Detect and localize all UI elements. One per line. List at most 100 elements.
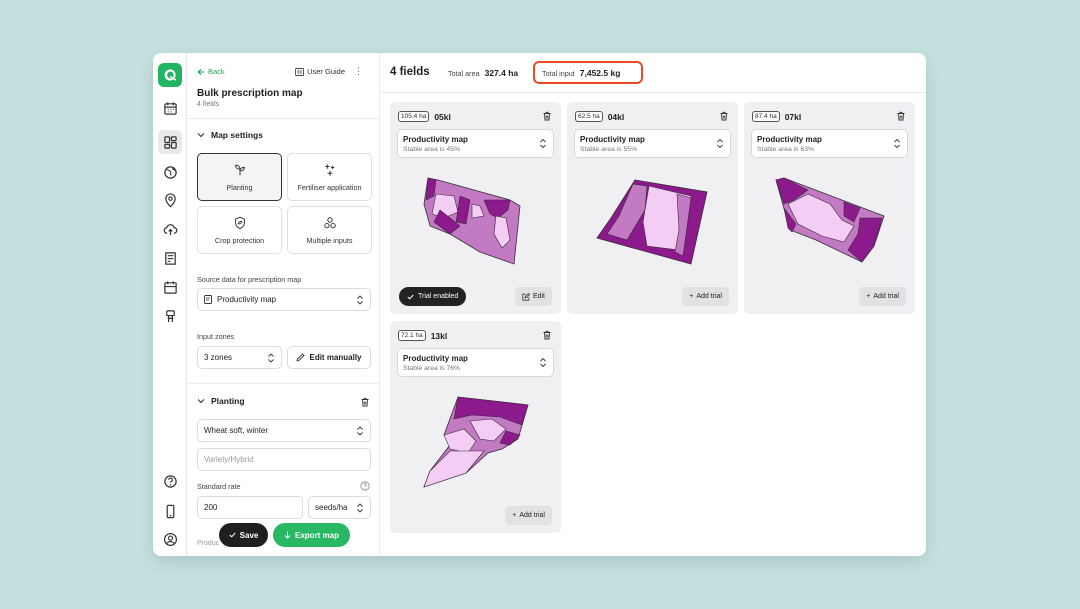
source-data-select[interactable]: Productivity map Stable area is 76%: [397, 348, 554, 377]
main-content: 4 fields Total area 327.4 ha Total input 7…: [380, 53, 926, 556]
total-input-value: 7,452.5 kg: [579, 68, 621, 78]
check-icon: [229, 532, 236, 538]
page-title: Bulk prescription map: [197, 88, 303, 99]
zones-value: 3 zones: [204, 353, 233, 362]
source-title: Productivity map: [403, 354, 468, 363]
help-circle-icon[interactable]: [360, 481, 370, 491]
source-stable-area: Stable area is 63%: [757, 146, 815, 153]
area-badge: 62.5 ha: [575, 111, 603, 122]
mobile-icon[interactable]: [160, 501, 180, 521]
fields-count: 4 fields: [390, 66, 430, 78]
source-stable-area: Stable area is 55%: [580, 146, 638, 153]
source-select[interactable]: Productivity map: [197, 288, 371, 311]
variety-placeholder: Variety/Hybrid: [204, 455, 254, 464]
zones-select[interactable]: 3 zones: [197, 346, 282, 369]
export-map-button[interactable]: Export map: [273, 523, 350, 547]
edit-manually-label: Edit manually: [309, 353, 362, 362]
logo-icon: [164, 69, 177, 81]
source-stable-area: Stable area is 45%: [403, 146, 461, 153]
trash-icon[interactable]: [896, 111, 906, 121]
type-tile-label: Fertiliser application: [297, 182, 362, 192]
arrow-left-icon: [197, 68, 204, 75]
trial-enabled-toggle[interactable]: Trial enabled: [399, 287, 467, 306]
variety-input[interactable]: Variety/Hybrid: [197, 448, 371, 471]
plus-icon: +: [866, 293, 871, 300]
machinery-icon[interactable]: [160, 306, 180, 326]
app-window: Back User Guide ⋮ Bulk prescription map …: [153, 53, 926, 556]
total-input-stat: Total input 7,452.5 kg: [542, 68, 620, 78]
add-trial-button[interactable]: + Add trial: [859, 287, 906, 306]
source-title: Productivity map: [403, 135, 468, 144]
more-options-icon[interactable]: ⋮: [354, 66, 363, 77]
source-title: Productivity map: [580, 135, 645, 144]
rate-input[interactable]: 200: [197, 496, 303, 519]
rate-unit: seeds/ha: [315, 503, 348, 512]
chevron-updown-icon: [357, 295, 363, 305]
schedule-icon[interactable]: [160, 277, 180, 297]
type-tile-fertiliser[interactable]: Fertiliser application: [287, 153, 372, 201]
source-title: Productivity map: [757, 135, 822, 144]
chevron-updown-icon: [540, 357, 546, 368]
source-label: Source data for prescription map: [197, 275, 302, 284]
field-name: 13kl: [430, 330, 448, 341]
chevron-updown-icon: [540, 138, 546, 149]
export-label: Export map: [294, 530, 339, 540]
total-area-label: Total area: [448, 69, 480, 78]
save-button[interactable]: Save: [219, 523, 268, 547]
planting-label: Planting: [211, 396, 245, 406]
type-tile-crop-protection[interactable]: Crop protection: [197, 206, 282, 254]
add-trial-button[interactable]: + Add trial: [682, 287, 729, 306]
standard-rate-label: Standard rate: [197, 482, 241, 491]
rate-unit-select[interactable]: seeds/ha: [308, 496, 371, 519]
account-icon[interactable]: [160, 529, 180, 549]
chevron-updown-icon: [717, 138, 723, 149]
edit-button[interactable]: Edit: [514, 287, 552, 306]
help-icon[interactable]: [160, 471, 180, 491]
arrow-down-icon: [284, 531, 291, 539]
user-guide-link[interactable]: User Guide: [295, 67, 345, 76]
calendar-icon[interactable]: [160, 98, 180, 118]
app-logo[interactable]: [158, 63, 182, 87]
map-source-icon: [204, 295, 212, 304]
type-tile-multiple-inputs[interactable]: Multiple inputs: [287, 206, 372, 254]
trash-icon[interactable]: [542, 330, 552, 340]
report-list-icon[interactable]: [160, 248, 180, 268]
field-card-05kl: 105.4 ha 05kl Productivity map Stable ar…: [390, 102, 561, 314]
upload-cloud-icon[interactable]: [160, 219, 180, 239]
type-tile-planting[interactable]: Planting: [197, 153, 282, 201]
source-stable-area: Stable area is 76%: [403, 365, 461, 372]
plus-icon: +: [689, 293, 694, 300]
add-trial-label: Add trial: [519, 512, 545, 519]
save-label: Save: [239, 530, 259, 540]
source-data-select[interactable]: Productivity map Stable area is 45%: [397, 129, 554, 158]
chevron-down-icon: [197, 133, 205, 138]
chevron-updown-icon: [357, 426, 363, 436]
field-map-05kl: [423, 177, 521, 265]
trash-icon[interactable]: [542, 111, 552, 121]
truncated-label: Produc: [197, 540, 220, 547]
edit-manually-button[interactable]: Edit manually: [287, 346, 371, 369]
book-icon: [295, 67, 305, 76]
trash-icon[interactable]: [360, 397, 370, 407]
trash-icon[interactable]: [719, 111, 729, 121]
planting-section-toggle[interactable]: Planting: [197, 396, 245, 406]
type-tile-label: Multiple inputs: [306, 235, 353, 245]
dashboard-icon[interactable]: [158, 130, 182, 154]
add-trial-label: Add trial: [696, 293, 722, 300]
field-map-13kl: [423, 396, 529, 488]
map-settings-toggle[interactable]: Map settings: [197, 130, 263, 140]
field-card-04kl: 62.5 ha 04kl Productivity map Stable are…: [567, 102, 738, 314]
back-link[interactable]: Back: [197, 67, 225, 76]
source-data-select[interactable]: Productivity map Stable area is 55%: [574, 129, 731, 158]
brush-icon: [296, 353, 306, 362]
trial-enabled-label: Trial enabled: [418, 293, 459, 300]
field-map-07kl: [775, 177, 885, 263]
shield-leaf-icon: [234, 216, 245, 229]
multiple-circles-icon: [323, 216, 336, 228]
location-pin-icon[interactable]: [160, 190, 180, 210]
add-trial-label: Add trial: [873, 293, 899, 300]
crop-select[interactable]: Wheat soft, winter: [197, 419, 371, 442]
add-trial-button[interactable]: + Add trial: [505, 506, 552, 525]
source-data-select[interactable]: Productivity map Stable area is 63%: [751, 129, 908, 158]
globe-icon[interactable]: [160, 162, 180, 182]
